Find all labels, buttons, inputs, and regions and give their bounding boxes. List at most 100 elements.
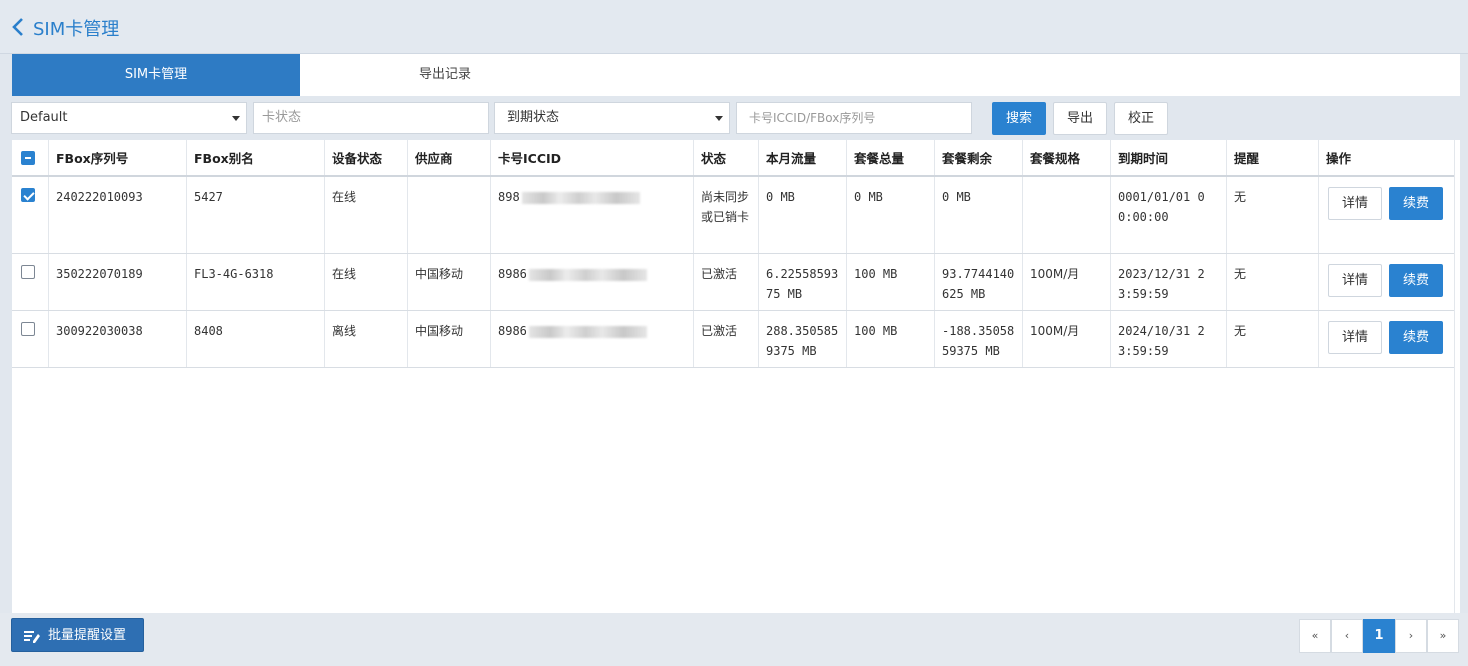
table-scrollbar[interactable] <box>1454 140 1460 613</box>
edit-list-icon <box>24 631 40 643</box>
plan-total-cell: 0 MB <box>847 177 935 253</box>
column-header[interactable]: FBox别名 <box>187 140 325 175</box>
reminder-cell: 无 <box>1227 311 1319 367</box>
back-chevron-icon[interactable] <box>10 17 26 37</box>
actions-cell: 详情 续费 <box>1319 254 1454 310</box>
row-select-cell <box>12 177 49 253</box>
month-traffic-cell: 6.2255859375 MB <box>759 254 847 310</box>
iccid-redaction <box>521 191 640 204</box>
card-status-select[interactable]: 卡状态 <box>253 102 489 134</box>
column-header[interactable]: 供应商 <box>408 140 491 175</box>
iccid-cell: 898 <box>491 177 694 253</box>
supplier-cell <box>408 177 491 253</box>
calibrate-button[interactable]: 校正 <box>1114 102 1168 135</box>
table-row[interactable]: 300922030038 8408 离线 中国移动 8986 已激活 288.3… <box>12 311 1454 368</box>
column-header[interactable]: FBox序列号 <box>49 140 187 175</box>
status-cell: 已激活 <box>694 254 759 310</box>
actions-cell: 详情 续费 <box>1319 177 1454 253</box>
status-cell: 已激活 <box>694 311 759 367</box>
alias-cell: FL3-4G-6318 <box>187 254 325 310</box>
column-header[interactable]: 设备状态 <box>325 140 408 175</box>
plan-remaining-cell: -188.3505859375 MB <box>935 311 1023 367</box>
expire-time-cell: 2023/12/31 23:59:59 <box>1111 254 1227 310</box>
table-row[interactable]: 240222010093 5427 在线 898 尚未同步或已销卡 0 MB 0… <box>12 177 1454 254</box>
serial-cell: 300922030038 <box>49 311 187 367</box>
pagination-first-button[interactable]: « <box>1299 619 1331 653</box>
column-header[interactable]: 提醒 <box>1227 140 1319 175</box>
month-traffic-cell: 0 MB <box>759 177 847 253</box>
device-status-cell: 在线 <box>325 254 408 310</box>
renew-button[interactable]: 续费 <box>1389 321 1443 354</box>
pagination-page-button[interactable]: 1 <box>1363 619 1395 653</box>
column-header[interactable]: 套餐总量 <box>847 140 935 175</box>
row-select-cell <box>12 311 49 367</box>
group-select[interactable]: Default <box>11 102 247 134</box>
plan-remaining-cell: 0 MB <box>935 177 1023 253</box>
serial-cell: 350222070189 <box>49 254 187 310</box>
column-header[interactable]: 本月流量 <box>759 140 847 175</box>
column-header[interactable]: 卡号ICCID <box>491 140 694 175</box>
renew-button[interactable]: 续费 <box>1389 187 1443 220</box>
search-button[interactable]: 搜索 <box>992 102 1046 135</box>
tab-export-records[interactable]: 导出记录 <box>300 54 590 96</box>
device-status-cell: 在线 <box>325 177 408 253</box>
row-select-cell <box>12 254 49 310</box>
expiry-status-select[interactable]: 到期状态 <box>494 102 730 134</box>
iccid-prefix: 8986 <box>498 324 527 338</box>
chevron-down-icon <box>232 116 240 121</box>
search-input-placeholder: 卡号ICCID/FBox序列号 <box>749 111 876 125</box>
search-input[interactable]: 卡号ICCID/FBox序列号 <box>736 102 972 134</box>
month-traffic-cell: 288.3505859375 MB <box>759 311 847 367</box>
alias-cell: 8408 <box>187 311 325 367</box>
batch-reminder-label: 批量提醒设置 <box>48 628 127 643</box>
column-header[interactable]: 套餐规格 <box>1023 140 1111 175</box>
footer-bar: 批量提醒设置 « ‹ 1 › » <box>0 613 1468 666</box>
pagination-prev-button[interactable]: ‹ <box>1331 619 1363 653</box>
page-header: SIM卡管理 <box>0 0 1468 54</box>
select-all-checkbox[interactable] <box>21 151 35 165</box>
expiry-status-value: 到期状态 <box>507 110 560 125</box>
column-header[interactable]: 状态 <box>694 140 759 175</box>
row-checkbox[interactable] <box>21 322 35 336</box>
tab-bar: SIM卡管理 导出记录 <box>12 54 1460 96</box>
reminder-cell: 无 <box>1227 177 1319 253</box>
reminder-cell: 无 <box>1227 254 1319 310</box>
renew-button[interactable]: 续费 <box>1389 264 1443 297</box>
table-row[interactable]: 350222070189 FL3-4G-6318 在线 中国移动 8986 已激… <box>12 254 1454 311</box>
plan-spec-cell <box>1023 177 1111 253</box>
supplier-cell: 中国移动 <box>408 254 491 310</box>
row-checkbox[interactable] <box>21 188 35 202</box>
iccid-prefix: 898 <box>498 190 520 204</box>
iccid-redaction <box>528 268 647 281</box>
serial-cell: 240222010093 <box>49 177 187 253</box>
device-status-cell: 离线 <box>325 311 408 367</box>
plan-spec-cell: 100M/月 <box>1023 311 1111 367</box>
filter-bar: Default 卡状态 到期状态 卡号ICCID/FBox序列号 搜索 导出 校… <box>0 96 1468 140</box>
pagination-last-button[interactable]: » <box>1427 619 1459 653</box>
detail-button[interactable]: 详情 <box>1328 264 1382 297</box>
plan-total-cell: 100 MB <box>847 254 935 310</box>
plan-remaining-cell: 93.7744140625 MB <box>935 254 1023 310</box>
table-header-row: FBox序列号 FBox别名 设备状态 供应商 卡号ICCID 状态 本月流量 … <box>12 140 1454 177</box>
supplier-cell: 中国移动 <box>408 311 491 367</box>
expire-time-cell: 0001/01/01 00:00:00 <box>1111 177 1227 253</box>
plan-total-cell: 100 MB <box>847 311 935 367</box>
detail-button[interactable]: 详情 <box>1328 321 1382 354</box>
iccid-cell: 8986 <box>491 311 694 367</box>
export-button[interactable]: 导出 <box>1053 102 1107 135</box>
iccid-prefix: 8986 <box>498 267 527 281</box>
pagination-next-button[interactable]: › <box>1395 619 1427 653</box>
page-title: SIM卡管理 <box>33 19 120 40</box>
status-cell: 尚未同步或已销卡 <box>694 177 759 253</box>
actions-cell: 详情 续费 <box>1319 311 1454 367</box>
group-select-value: Default <box>20 110 68 125</box>
batch-reminder-button[interactable]: 批量提醒设置 <box>11 618 144 652</box>
column-header[interactable]: 到期时间 <box>1111 140 1227 175</box>
card-status-placeholder: 卡状态 <box>262 110 302 125</box>
tab-sim-management[interactable]: SIM卡管理 <box>12 54 300 96</box>
plan-spec-cell: 100M/月 <box>1023 254 1111 310</box>
detail-button[interactable]: 详情 <box>1328 187 1382 220</box>
iccid-redaction <box>528 325 647 338</box>
column-header[interactable]: 套餐剩余 <box>935 140 1023 175</box>
row-checkbox[interactable] <box>21 265 35 279</box>
